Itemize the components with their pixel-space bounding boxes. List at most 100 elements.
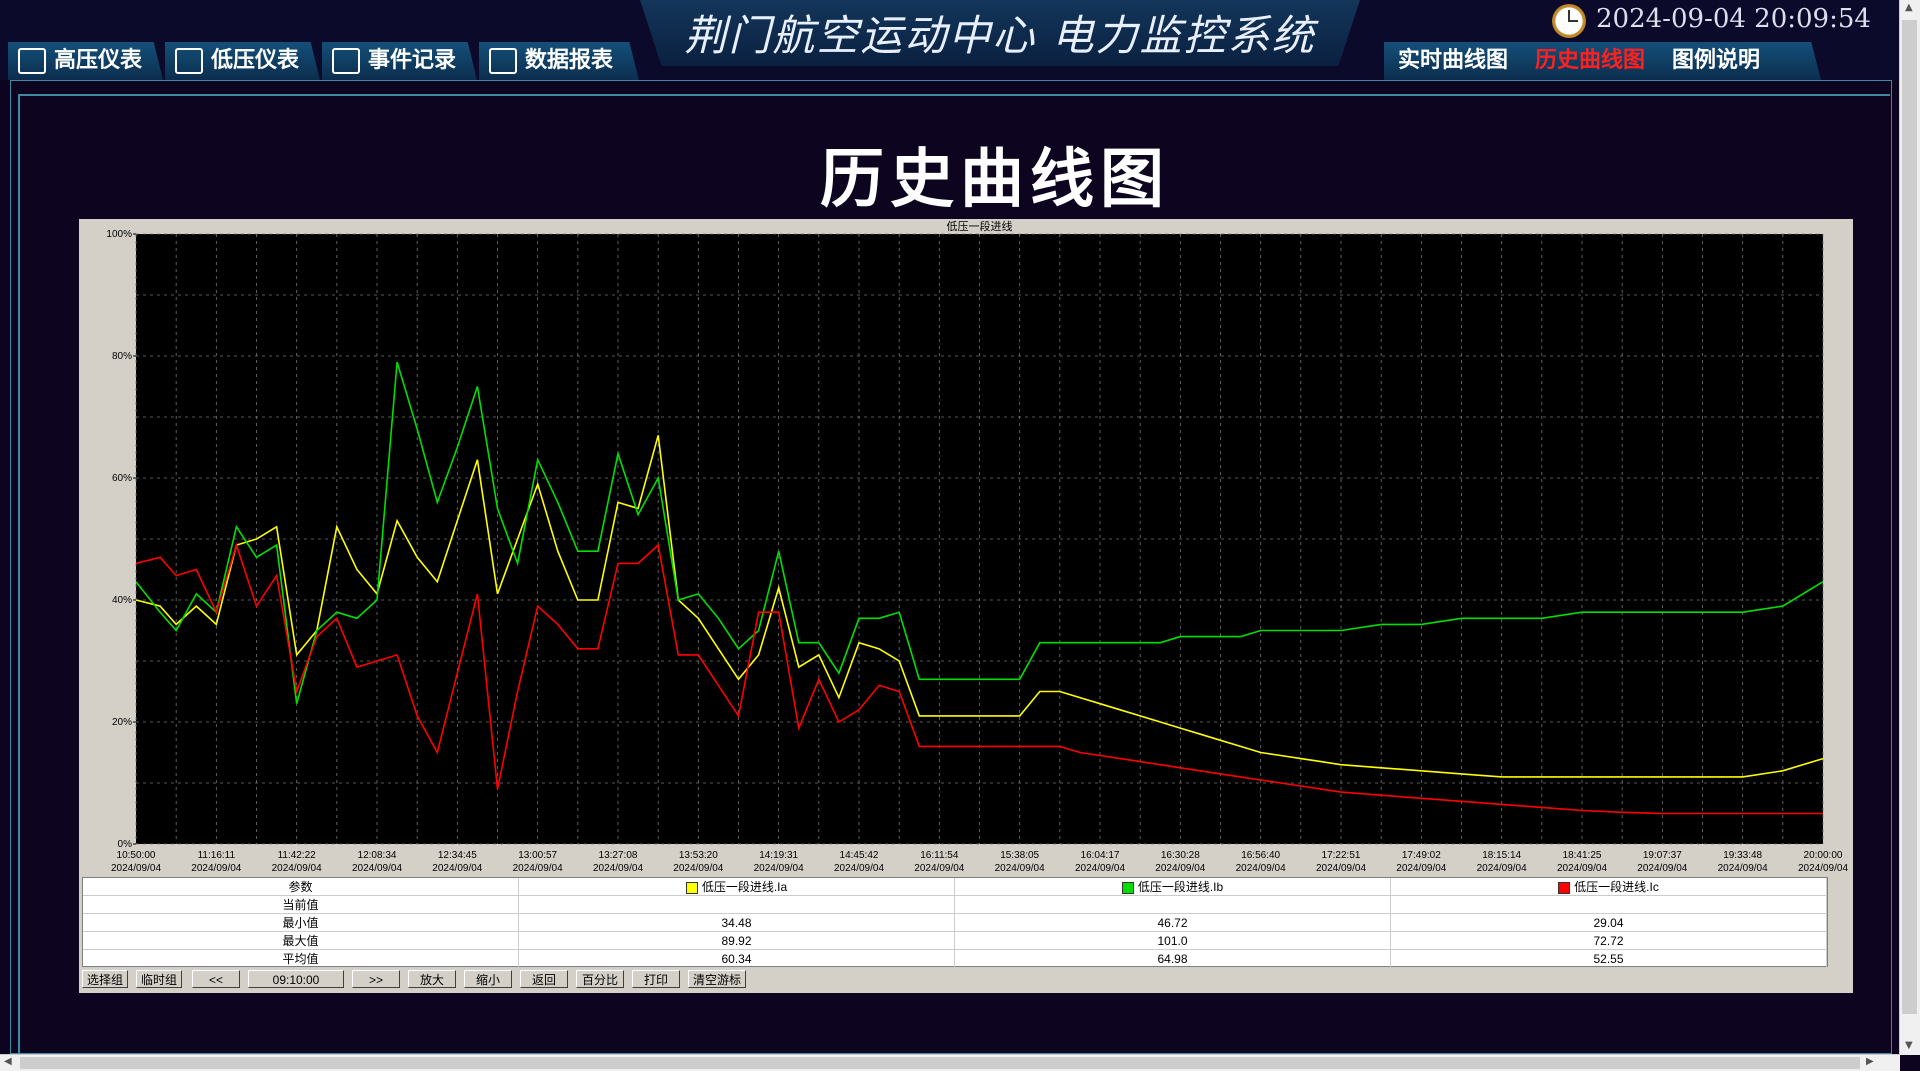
table-header-ib: 低压一段进线.Ib <box>954 878 1391 896</box>
bar-chart-icon <box>489 48 517 74</box>
horizontal-scrollbar[interactable]: ◀ ▶ <box>0 1054 1900 1071</box>
x-tick-time: 13:53:20 <box>679 850 718 861</box>
tab-high-voltage[interactable]: 高压仪表 <box>8 42 163 80</box>
cell-value: 89.92 <box>518 931 955 950</box>
time-span-button[interactable]: 09:10:00 <box>248 970 344 988</box>
tab-low-voltage[interactable]: 低压仪表 <box>165 42 320 80</box>
yellow-swatch-icon[interactable] <box>685 881 698 894</box>
zoom-in-button[interactable]: 放大 <box>408 970 456 988</box>
scroll-up-arrow-icon[interactable]: ▲ <box>1905 2 1913 13</box>
x-tick-time: 13:00:57 <box>518 850 557 861</box>
page-title: 历史曲线图 <box>820 143 1170 217</box>
x-tick-date: 2024/09/04 <box>1155 863 1205 874</box>
monitor-chart-icon <box>175 48 203 74</box>
history-chart[interactable]: 低压一段进线 0% 20% 40% 60% 80% 100% 10:50:00 2024/09/… <box>79 219 1853 874</box>
x-tick-time: 17:22:51 <box>1322 850 1361 861</box>
cell-value: 46.72 <box>954 913 1391 932</box>
x-tick-date: 2024/09/04 <box>1316 863 1366 874</box>
x-tick-date: 2024/09/04 <box>1477 863 1527 874</box>
select-group-button[interactable]: 选择组 <box>82 970 128 988</box>
x-tick-time: 16:56:40 <box>1241 850 1280 861</box>
x-tick-date: 2024/09/04 <box>272 863 322 874</box>
tab-legend[interactable]: 图例说明 <box>1658 42 1821 80</box>
zoom-out-button[interactable]: 缩小 <box>464 970 512 988</box>
x-tick-date: 2024/09/04 <box>995 863 1045 874</box>
x-tick-time: 17:49:02 <box>1402 850 1441 861</box>
row-label: 最大值 <box>83 931 519 950</box>
system-title: 荆门航空运动中心 电力监控系统 <box>684 11 1316 60</box>
table-row: 最大值 89.92 101.0 72.72 <box>83 931 1827 950</box>
x-tick-time: 20:00:00 <box>1804 850 1843 861</box>
x-tick-time: 19:07:37 <box>1643 850 1682 861</box>
scroll-left-arrow-icon[interactable]: ◀ <box>4 1056 12 1067</box>
x-tick-time: 16:30:28 <box>1161 850 1200 861</box>
list-icon <box>332 48 360 74</box>
clock-time: 2024-09-04 20:09:54 <box>1596 4 1871 34</box>
row-label: 当前值 <box>83 895 519 914</box>
cell-value: 72.72 <box>1390 931 1827 950</box>
x-tick-date: 2024/09/04 <box>432 863 482 874</box>
x-tick-time: 15:38:05 <box>1000 850 1039 861</box>
x-tick-time: 11:42:22 <box>278 850 317 861</box>
y-tick-label: 40% <box>112 595 132 606</box>
x-tick-date: 2024/09/04 <box>191 863 241 874</box>
cell-value: 29.04 <box>1390 913 1827 932</box>
monitor-chart-icon <box>18 48 46 74</box>
back-button[interactable]: 返回 <box>520 970 568 988</box>
x-tick-date: 2024/09/04 <box>1718 863 1768 874</box>
x-tick-date: 2024/09/04 <box>352 863 402 874</box>
scroll-right-arrow-icon[interactable]: ▶ <box>1866 1056 1874 1067</box>
green-swatch-icon[interactable] <box>1121 881 1134 894</box>
chart-title: 低压一段进线 <box>947 219 1013 233</box>
table-header-ia: 低压一段进线.Ia <box>518 878 955 896</box>
y-tick-label: 20% <box>112 717 132 728</box>
scroll-down-arrow-icon[interactable]: ▼ <box>1905 1040 1913 1051</box>
x-tick-date: 2024/09/04 <box>111 863 161 874</box>
cell-value: 34.48 <box>518 913 955 932</box>
x-tick-time: 14:45:42 <box>840 850 879 861</box>
print-button[interactable]: 打印 <box>632 970 680 988</box>
tab-event-log[interactable]: 事件记录 <box>322 42 477 80</box>
temp-group-button[interactable]: 临时组 <box>136 970 182 988</box>
row-label: 平均值 <box>83 949 519 968</box>
x-tick-time: 18:41:25 <box>1563 850 1602 861</box>
x-tick-time: 13:27:08 <box>599 850 638 861</box>
x-tick-date: 2024/09/04 <box>673 863 723 874</box>
red-swatch-icon[interactable] <box>1558 881 1571 894</box>
next-button[interactable]: >> <box>352 970 400 988</box>
cell-value: 101.0 <box>954 931 1391 950</box>
x-tick-date: 2024/09/04 <box>754 863 804 874</box>
table-header-row: 参数 低压一段进线.Ia 低压一段进线.Ib 低压一段进线.Ic <box>83 878 1827 896</box>
table-header-param: 参数 <box>83 878 519 896</box>
x-tick-time: 10:50:00 <box>117 850 156 861</box>
x-tick-date: 2024/09/04 <box>914 863 964 874</box>
x-tick-time: 16:04:17 <box>1081 850 1120 861</box>
horizontal-scroll-thumb[interactable] <box>20 1057 1860 1069</box>
table-header-ic: 低压一段进线.Ic <box>1390 878 1827 896</box>
row-label: 最小值 <box>83 913 519 932</box>
x-tick-time: 19:33:48 <box>1723 850 1762 861</box>
x-tick-date: 2024/09/04 <box>1557 863 1607 874</box>
clock-icon <box>1552 4 1586 38</box>
x-tick-date: 2024/09/04 <box>1637 863 1687 874</box>
prev-button[interactable]: << <box>192 970 240 988</box>
x-tick-date: 2024/09/04 <box>1396 863 1446 874</box>
percent-button[interactable]: 百分比 <box>576 970 624 988</box>
y-tick-label: 100% <box>106 229 132 240</box>
tab-data-report[interactable]: 数据报表 <box>479 42 639 80</box>
vertical-scroll-thumb[interactable] <box>1902 20 1917 1014</box>
x-tick-time: 12:34:45 <box>438 850 477 861</box>
cell-value <box>1390 895 1827 914</box>
table-row: 最小值 34.48 46.72 29.04 <box>83 913 1827 932</box>
x-tick-time: 12:08:34 <box>358 850 397 861</box>
x-tick-time: 16:11:54 <box>920 850 959 861</box>
cell-value: 64.98 <box>954 949 1391 968</box>
cell-value: 52.55 <box>1390 949 1827 968</box>
table-row: 平均值 60.34 64.98 52.55 <box>83 949 1827 968</box>
clear-cursor-button[interactable]: 清空游标 <box>688 970 746 988</box>
vertical-scrollbar[interactable]: ▲ ▼ <box>1899 0 1920 1055</box>
y-tick-label: 80% <box>112 351 132 362</box>
x-tick-date: 2024/09/04 <box>1075 863 1125 874</box>
x-tick-date: 2024/09/04 <box>834 863 884 874</box>
table-row: 当前值 <box>83 895 1827 914</box>
